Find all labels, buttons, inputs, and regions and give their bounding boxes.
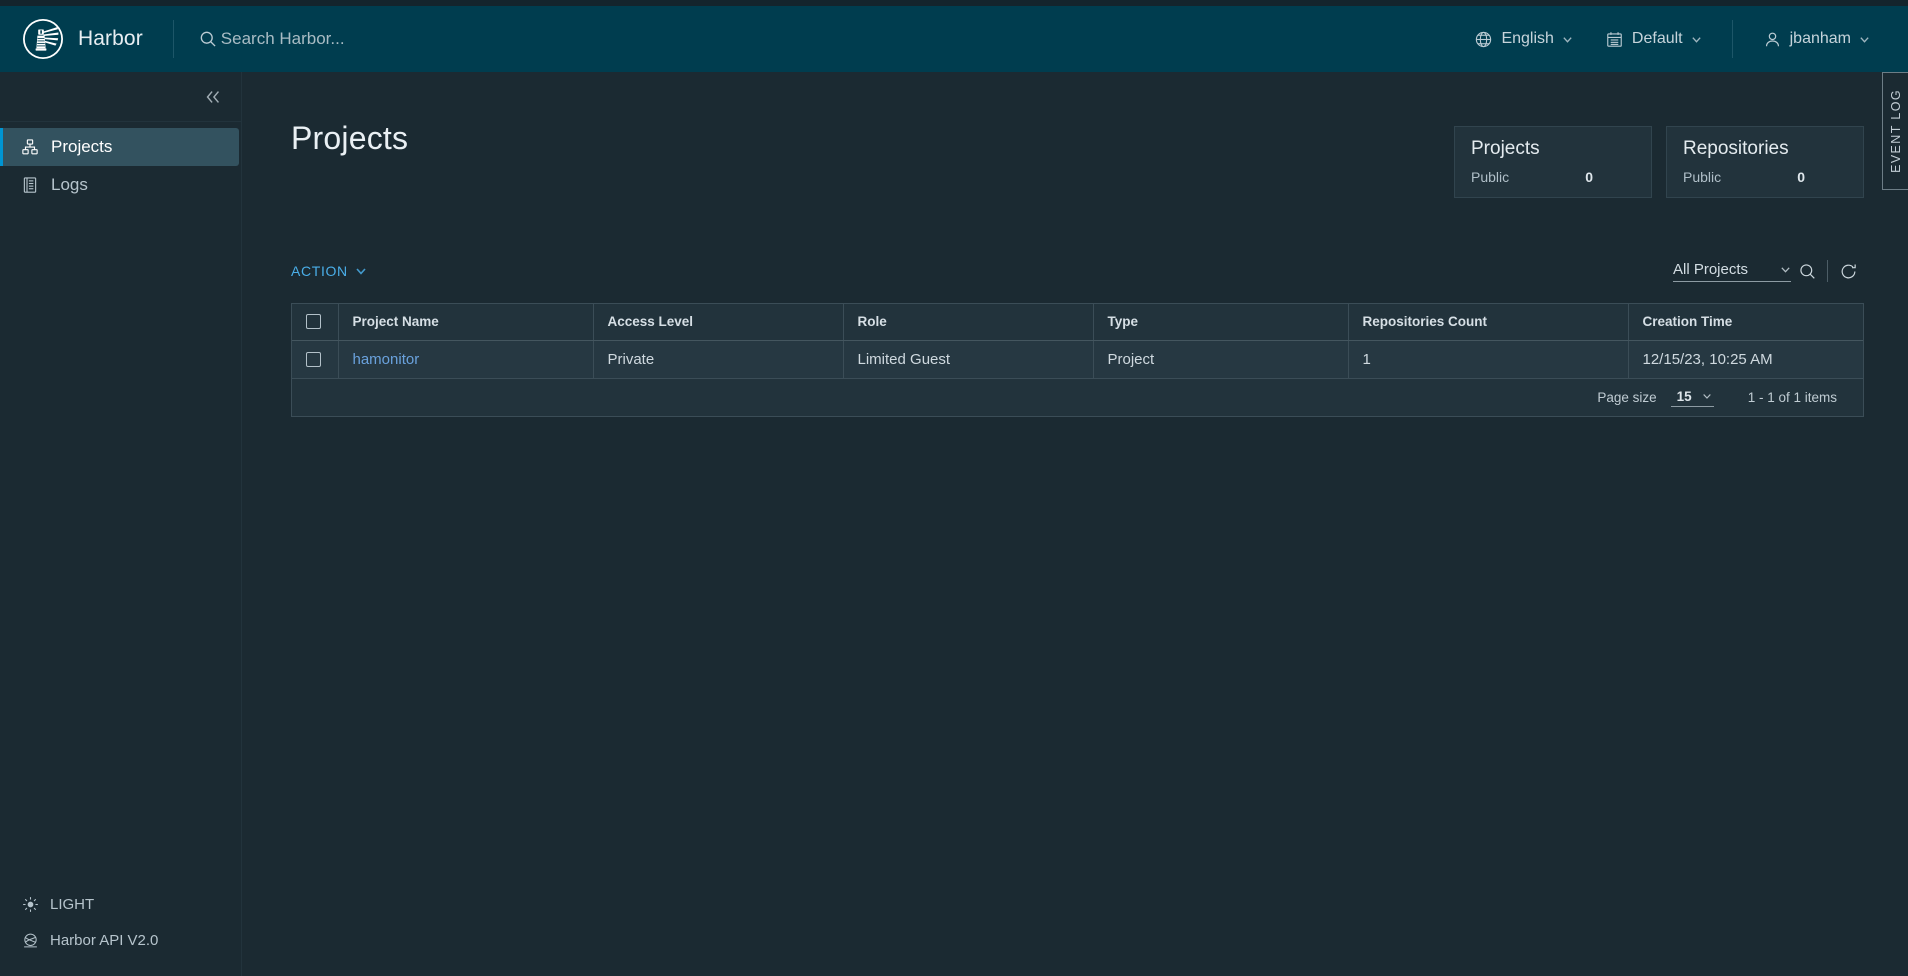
- table-search-button[interactable]: [1791, 256, 1823, 286]
- user-icon: [1763, 30, 1782, 49]
- chevron-down-icon: [1562, 34, 1573, 45]
- column-header-type[interactable]: Type: [1093, 304, 1348, 340]
- event-log-label: EVENT LOG: [1889, 89, 1903, 173]
- row-select-cell: [292, 340, 338, 378]
- sidebar-item-logs[interactable]: Logs: [0, 166, 241, 204]
- cell-project-name: hamonitor: [338, 340, 593, 378]
- sidebar-item-label: Logs: [51, 175, 88, 195]
- chevron-down-icon: [1859, 34, 1870, 45]
- chevron-down-icon: [1691, 34, 1702, 45]
- table-row[interactable]: hamonitor Private Limited Guest Project …: [292, 340, 1863, 378]
- page-size-select[interactable]: 15: [1671, 389, 1714, 407]
- project-scope-selector[interactable]: Default: [1589, 6, 1718, 72]
- column-header-access-level[interactable]: Access Level: [593, 304, 843, 340]
- brand-title: Harbor: [78, 27, 143, 51]
- user-name-label: jbanham: [1790, 30, 1851, 48]
- project-name-link[interactable]: hamonitor: [353, 351, 420, 368]
- language-label: English: [1501, 30, 1553, 48]
- column-header-repositories-count[interactable]: Repositories Count: [1348, 304, 1628, 340]
- statistics-cards: Projects Public 0 Repositories Public 0: [1454, 126, 1864, 198]
- sidebar-top: [0, 72, 241, 122]
- theme-toggle-light[interactable]: LIGHT: [0, 886, 241, 922]
- event-log-tab[interactable]: EVENT LOG: [1882, 72, 1908, 190]
- brand[interactable]: Harbor: [0, 6, 143, 72]
- table-filters: All Projects: [1673, 256, 1864, 286]
- page-header: Projects Projects Public 0 Repositories …: [291, 72, 1864, 198]
- chevron-down-icon: [355, 265, 367, 277]
- action-bar: ACTION All Projects: [291, 256, 1864, 286]
- pagination-item-range: 1 - 1 of 1 items: [1748, 390, 1837, 405]
- refresh-icon: [1839, 262, 1858, 281]
- cell-access-level: Private: [593, 340, 843, 378]
- globe-icon: [1474, 30, 1493, 49]
- stat-card-value: 0: [1797, 169, 1847, 185]
- action-dropdown-button[interactable]: ACTION: [291, 263, 367, 279]
- api-globe-icon: [22, 932, 39, 949]
- app-body: Projects Logs: [0, 72, 1908, 976]
- global-search[interactable]: Search Harbor...: [198, 29, 1459, 49]
- stat-card-row: Public 0: [1471, 169, 1635, 185]
- sidebar-item-projects[interactable]: Projects: [0, 128, 239, 166]
- project-filter-value: All Projects: [1673, 261, 1766, 278]
- harbor-api-link[interactable]: Harbor API V2.0: [0, 922, 241, 958]
- harbor-lighthouse-logo-icon: [22, 18, 64, 60]
- project-scope-label: Default: [1632, 30, 1683, 48]
- cell-type: Project: [1093, 340, 1348, 378]
- header-divider: [173, 20, 174, 58]
- column-header-role[interactable]: Role: [843, 304, 1093, 340]
- table-refresh-button[interactable]: [1832, 256, 1864, 286]
- calendar-icon: [1605, 30, 1624, 49]
- chevron-down-icon: [1702, 391, 1712, 401]
- language-selector[interactable]: English: [1458, 6, 1588, 72]
- chevron-down-icon: [1780, 264, 1791, 275]
- page-title: Projects: [291, 120, 408, 157]
- harbor-api-label: Harbor API V2.0: [50, 932, 158, 949]
- double-chevron-left-icon[interactable]: [203, 87, 223, 107]
- main-content: Projects Projects Public 0 Repositories …: [242, 72, 1908, 976]
- table-header-row: Project Name Access Level Role Type Repo…: [292, 304, 1863, 340]
- sidebar-footer: LIGHT Harbor API V2.0: [0, 886, 241, 976]
- filter-divider: [1827, 260, 1828, 282]
- user-menu[interactable]: jbanham: [1747, 6, 1886, 72]
- cell-creation-time: 12/15/23, 10:25 AM: [1628, 340, 1863, 378]
- projects-table: Project Name Access Level Role Type Repo…: [291, 303, 1864, 417]
- table-pagination: Page size 15 1 - 1 of 1 items: [292, 378, 1863, 416]
- stat-card-repositories: Repositories Public 0: [1666, 126, 1864, 198]
- app-header: Harbor Search Harbor... English: [0, 6, 1908, 72]
- logs-icon: [21, 176, 39, 194]
- search-icon: [198, 29, 218, 49]
- cell-role: Limited Guest: [843, 340, 1093, 378]
- project-filter-select[interactable]: All Projects: [1673, 261, 1791, 282]
- sidebar: Projects Logs: [0, 72, 242, 976]
- stat-card-title: Projects: [1471, 137, 1635, 161]
- projects-icon: [21, 138, 39, 156]
- header-right-divider: [1732, 20, 1733, 58]
- sun-icon: [22, 896, 39, 913]
- sidebar-nav: Projects Logs: [0, 122, 241, 204]
- select-all-checkbox[interactable]: [306, 314, 321, 329]
- stat-card-label: Public: [1471, 169, 1585, 185]
- select-all-header: [292, 304, 338, 340]
- page-size-label: Page size: [1597, 390, 1656, 405]
- column-header-creation-time[interactable]: Creation Time: [1628, 304, 1863, 340]
- stat-card-title: Repositories: [1683, 137, 1847, 161]
- header-right-controls: English Default: [1458, 6, 1908, 72]
- stat-card-label: Public: [1683, 169, 1797, 185]
- action-dropdown-label: ACTION: [291, 263, 348, 279]
- page-size-value: 15: [1677, 389, 1692, 404]
- search-input-placeholder: Search Harbor...: [221, 29, 345, 49]
- sidebar-item-label: Projects: [51, 137, 112, 157]
- row-checkbox[interactable]: [306, 352, 321, 367]
- column-header-project-name[interactable]: Project Name: [338, 304, 593, 340]
- search-icon: [1798, 262, 1817, 281]
- theme-toggle-label: LIGHT: [50, 896, 94, 913]
- cell-repositories-count: 1: [1348, 340, 1628, 378]
- stat-card-value: 0: [1585, 169, 1635, 185]
- stat-card-projects: Projects Public 0: [1454, 126, 1652, 198]
- stat-card-row: Public 0: [1683, 169, 1847, 185]
